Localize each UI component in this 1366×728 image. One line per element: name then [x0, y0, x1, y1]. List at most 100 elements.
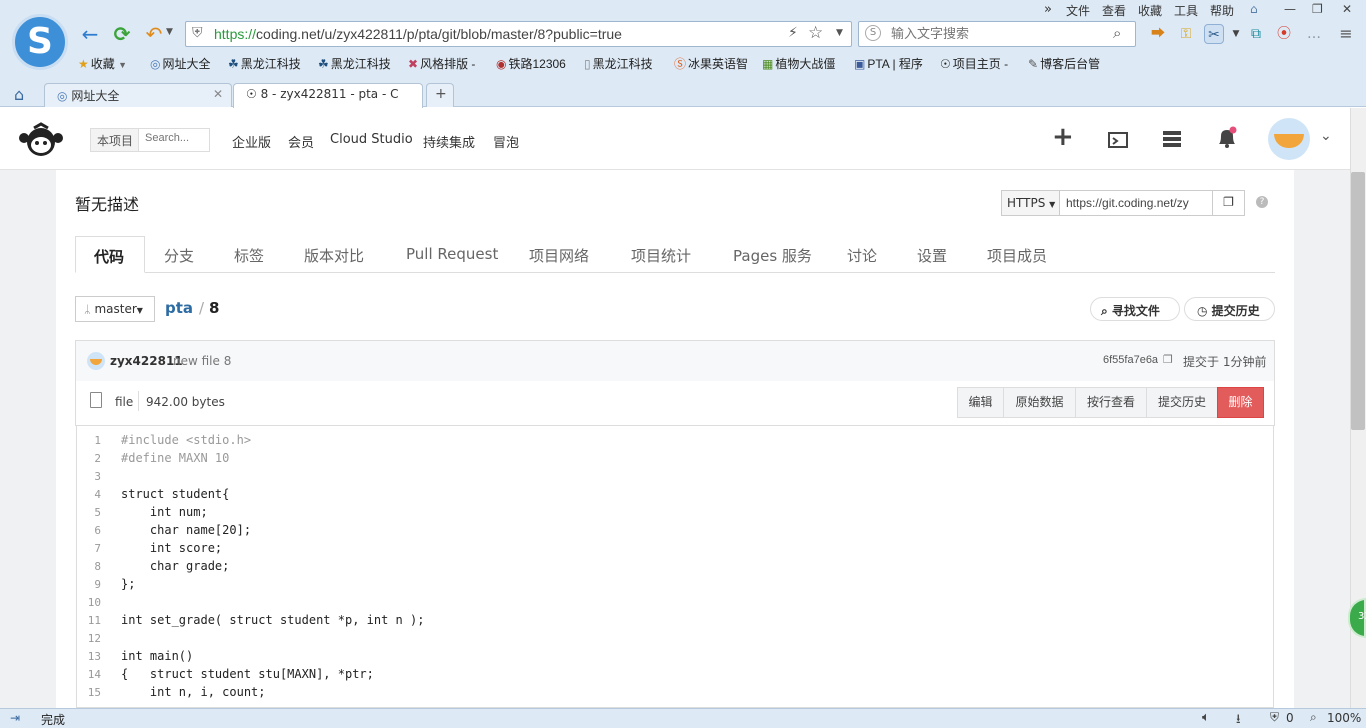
bookmark-label: 黑龙江科技	[240, 57, 301, 71]
scissors-dropdown-icon[interactable]: ▼	[1226, 24, 1246, 44]
tab-stats[interactable]: 项目统计	[631, 236, 691, 273]
projects-icon[interactable]	[1162, 130, 1182, 148]
weibo-icon[interactable]: ⦿	[1274, 24, 1294, 44]
tab-settings[interactable]: 设置	[917, 236, 947, 273]
skin-icon[interactable]: ⌂	[1250, 2, 1258, 16]
undo-icon[interactable]: ↶	[142, 22, 166, 46]
tab-compare[interactable]: 版本对比	[304, 236, 364, 273]
author-avatar[interactable]	[87, 352, 105, 370]
bookmark-item[interactable]: ☉ 项目主页 -	[940, 55, 1008, 72]
copy-icon[interactable]: ❐	[1212, 191, 1244, 215]
new-tab-button[interactable]: +	[426, 83, 454, 107]
restore-icon[interactable]: ❐	[1312, 2, 1323, 16]
more-icon[interactable]: …	[1304, 24, 1324, 44]
security-icon[interactable]: ⛨	[1270, 710, 1279, 725]
bookmark-item[interactable]: ◉ 铁路12306	[496, 55, 566, 72]
copy-hash-icon[interactable]: ❐	[1163, 353, 1173, 366]
commit-hash[interactable]: 6f55fa7e6a	[1103, 354, 1158, 366]
menu-help[interactable]: 帮助	[1210, 2, 1234, 19]
chevron-down-icon[interactable]: ⌄	[1320, 128, 1332, 144]
bell-icon[interactable]	[1216, 126, 1238, 150]
menu-view[interactable]: 查看	[1102, 2, 1126, 19]
sidebar-toggle-icon[interactable]: ⇥	[10, 711, 20, 725]
browser-search-input[interactable]	[891, 26, 1101, 41]
refresh-icon[interactable]: ⟳	[110, 22, 134, 46]
tab-branches[interactable]: 分支	[164, 236, 194, 273]
search-icon[interactable]: ⌕	[1113, 24, 1121, 42]
help-icon[interactable]: ?	[1256, 196, 1268, 208]
extension-login-icon[interactable]: ⮕	[1148, 24, 1168, 44]
nav-cloud-studio[interactable]: Cloud Studio	[330, 132, 413, 147]
back-arrow-icon[interactable]: ←	[78, 22, 102, 46]
bookmark-item[interactable]: ▯ 黑龙江科技	[584, 55, 653, 72]
menu-icon[interactable]: ≡	[1336, 24, 1356, 44]
close-window-icon[interactable]: ✕	[1342, 2, 1352, 16]
breadcrumb-repo[interactable]: pta	[165, 299, 193, 317]
bookmark-item[interactable]: ☘ 黑龙江科技	[318, 55, 391, 72]
tab-pull-request[interactable]: Pull Request	[406, 236, 498, 273]
menu-chevron-icon[interactable]: »	[1044, 2, 1052, 17]
coding-logo-icon[interactable]	[18, 122, 64, 158]
key-icon[interactable]: ⚿	[1176, 24, 1196, 44]
terminal-icon[interactable]	[1108, 130, 1128, 148]
search-engine-icon[interactable]: S	[865, 25, 881, 41]
translate-icon[interactable]: ⧉	[1246, 24, 1266, 44]
tab-network[interactable]: 项目网络	[529, 236, 589, 273]
zoom-level[interactable]: 100%	[1327, 711, 1361, 725]
tab-code[interactable]: 代码	[75, 236, 145, 273]
nav-ci[interactable]: 持续集成	[423, 132, 475, 151]
home-icon[interactable]: ⌂	[14, 85, 24, 104]
edit-button[interactable]: 编辑	[957, 387, 1004, 418]
nav-bubble[interactable]: 冒泡	[493, 132, 519, 151]
branch-select[interactable]: ᛦ master▼	[75, 296, 155, 322]
url-dropdown-icon[interactable]: ▼	[836, 28, 843, 38]
avatar[interactable]	[1268, 118, 1310, 160]
commit-message[interactable]: new file 8	[173, 354, 231, 368]
tab-tags[interactable]: 标签	[234, 236, 264, 273]
close-tab-icon[interactable]: ✕	[213, 87, 223, 101]
bookmark-item[interactable]: ☘ 黑龙江科技	[228, 55, 301, 72]
download-icon[interactable]: ⭳	[1236, 710, 1241, 728]
menu-favorites[interactable]: 收藏	[1138, 2, 1162, 19]
minimize-icon[interactable]: —	[1284, 2, 1296, 16]
scrollbar-thumb[interactable]	[1351, 172, 1365, 430]
bookmark-item[interactable]: ▦ 植物大战僵	[762, 55, 835, 72]
bookmark-item[interactable]: ✖ 风格排版 -	[408, 55, 475, 72]
undo-dropdown-icon[interactable]: ▼	[166, 27, 173, 37]
clone-url-input[interactable]: https://git.coding.net/zy	[1066, 196, 1206, 210]
bookmark-item[interactable]: Ⓢ 冰果英语智	[674, 55, 748, 72]
tab-discussion[interactable]: 讨论	[847, 236, 877, 273]
tab-current[interactable]: ☉ 8 - zyx422811 - pta - C	[233, 83, 423, 108]
commit-history-button[interactable]: ◷ 提交历史	[1184, 297, 1275, 321]
tab-members[interactable]: 项目成员	[987, 236, 1047, 273]
scissors-icon[interactable]: ✂	[1204, 24, 1224, 44]
url-text[interactable]: https://coding.net/u/zyx422811/p/pta/git…	[214, 26, 622, 42]
bookmark-item[interactable]: ✎ 博客后台管	[1028, 55, 1100, 72]
lightning-icon[interactable]: ⚡	[788, 25, 798, 41]
browser-logo[interactable]	[12, 14, 68, 70]
file-history-button[interactable]: 提交历史	[1146, 387, 1218, 418]
search-scope-label[interactable]: 本项目	[91, 129, 140, 151]
line-number: 9	[94, 578, 101, 591]
commit-author[interactable]: zyx422811	[110, 354, 183, 368]
address-bar[interactable]: ⛨ https://coding.net/u/zyx422811/p/pta/g…	[185, 21, 852, 47]
star-icon[interactable]: ☆	[808, 23, 823, 43]
bookmark-favorites[interactable]: ★ 收藏 ▼	[78, 55, 127, 72]
bookmark-item[interactable]: ◎ 网址大全	[150, 55, 211, 72]
site-search-input[interactable]	[145, 132, 207, 144]
nav-membership[interactable]: 会员	[288, 132, 314, 151]
raw-button[interactable]: 原始数据	[1003, 387, 1076, 418]
tab-pages[interactable]: Pages 服务	[733, 236, 812, 273]
blame-button[interactable]: 按行查看	[1075, 387, 1147, 418]
clone-protocol-select[interactable]: HTTPS ▼	[1002, 191, 1060, 215]
tab-nav-sites[interactable]: ◎ 网址大全 ✕	[44, 83, 232, 107]
bookmark-item[interactable]: ▣ PTA | 程序	[854, 55, 923, 72]
zoom-icon[interactable]: ⌕	[1310, 710, 1317, 725]
nav-enterprise[interactable]: 企业版	[232, 132, 271, 151]
menu-file[interactable]: 文件	[1066, 2, 1090, 19]
plus-icon[interactable]: +	[1052, 122, 1074, 152]
menu-tools[interactable]: 工具	[1174, 2, 1198, 19]
delete-button[interactable]: 删除	[1217, 387, 1264, 418]
find-file-button[interactable]: ⌕ 寻找文件	[1090, 297, 1180, 321]
speaker-icon[interactable]: 🔈︎	[1202, 710, 1210, 725]
